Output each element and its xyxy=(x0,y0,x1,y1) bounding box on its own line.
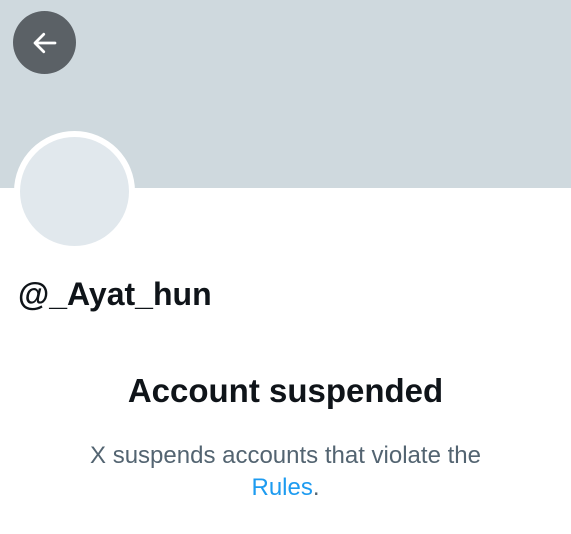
back-button[interactable] xyxy=(13,11,76,74)
rules-link[interactable]: Rules xyxy=(251,474,312,501)
suspension-message-period: . xyxy=(312,474,320,501)
profile-handle: @_Ayat_hun xyxy=(18,276,212,312)
avatar-frame xyxy=(14,131,135,252)
suspension-message-text: X suspends accounts that violate the xyxy=(90,442,481,469)
profile-page: @_Ayat_hun Account suspended X suspends … xyxy=(0,0,571,534)
arrow-left-icon xyxy=(33,32,56,53)
suspension-message: X suspends accounts that violate the Rul… xyxy=(70,440,501,504)
suspension-title: Account suspended xyxy=(127,372,444,409)
avatar xyxy=(20,137,129,246)
